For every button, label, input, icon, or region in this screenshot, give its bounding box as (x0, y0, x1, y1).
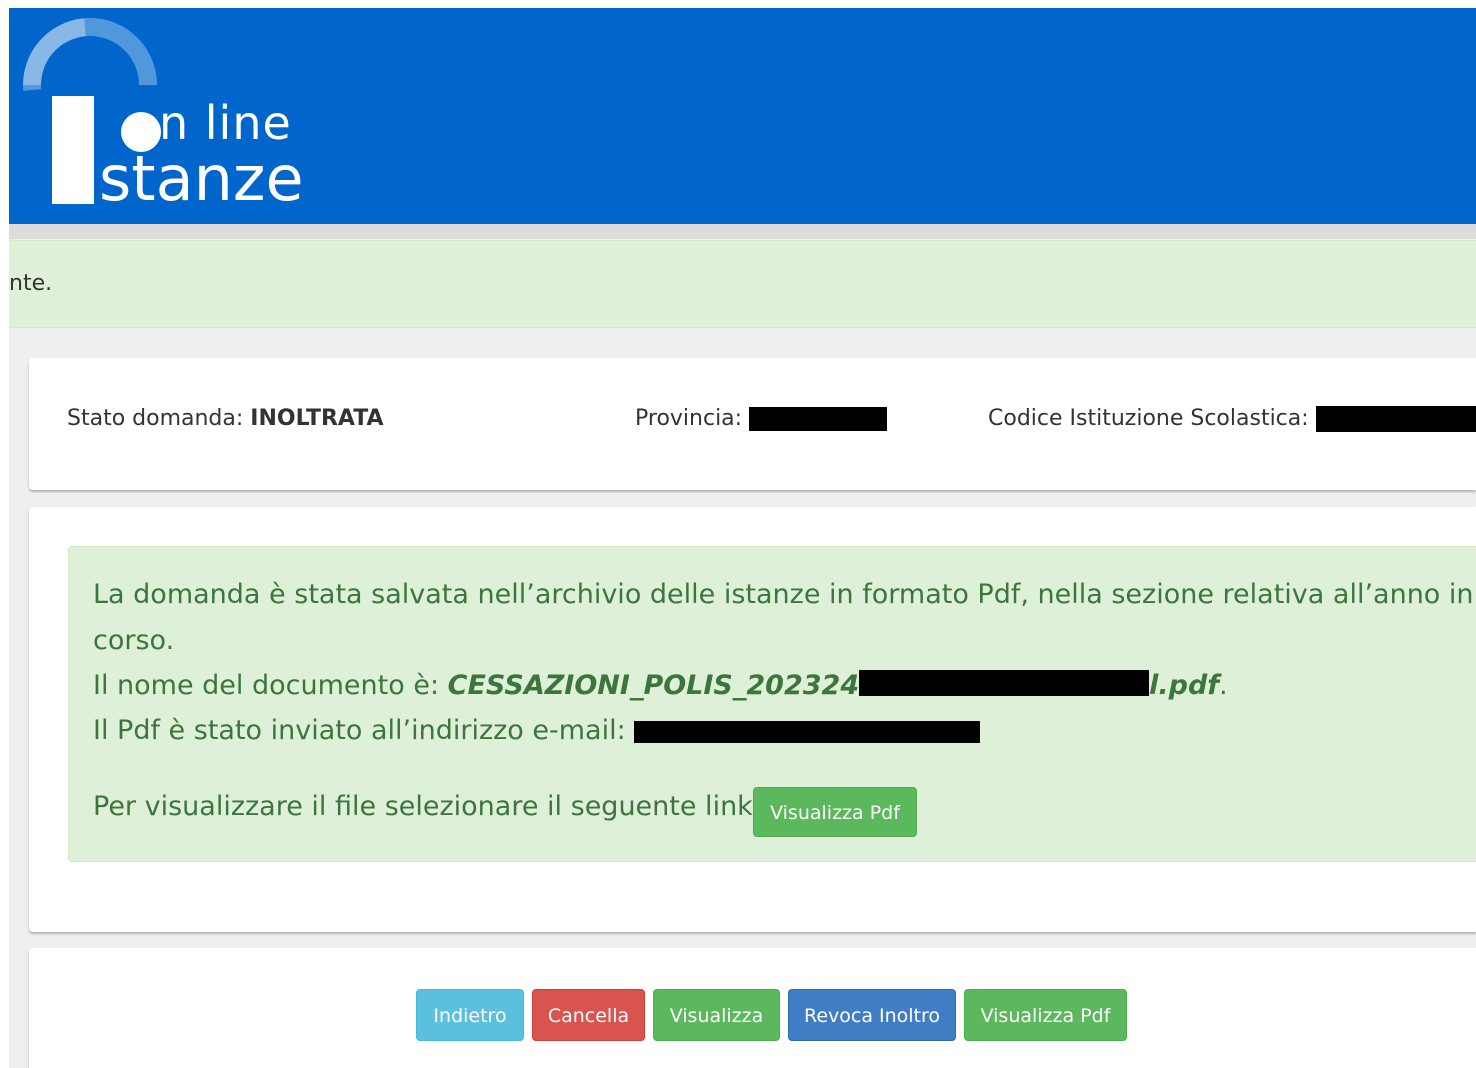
indietro-button[interactable]: Indietro (416, 989, 524, 1041)
stato-label: Stato domanda: (67, 406, 251, 431)
docname-suffix: l.pdf (1149, 670, 1220, 701)
document-name-line: Il nome del documento è: CESSAZIONI_POLI… (93, 669, 1228, 701)
provincia-label: Provincia: (635, 406, 750, 431)
visualizza-pdf-button[interactable]: Visualizza Pdf (964, 989, 1127, 1041)
email-redacted (634, 720, 981, 743)
visualizza-pdf-link-button[interactable]: Visualizza Pdf (753, 787, 917, 837)
istanze-online-logo[interactable]: n line stanze (0, 0, 339, 224)
link-line: Per visualizzare il file selezionare il … (93, 791, 762, 822)
link-label: Per visualizzare il file selezionare il … (93, 791, 762, 822)
logo-i-bar-icon (52, 96, 94, 204)
email-label: Il Pdf è stato inviato all’indirizzo e-m… (93, 715, 635, 746)
top-alert-text: nte. (9, 271, 53, 296)
logo-online-text: n line (159, 96, 292, 150)
codice-istituzione: Codice Istituzione Scolastica: (988, 406, 1476, 432)
message-line-1: La domanda è stata salvata nell’archivio… (93, 579, 1474, 610)
docname-end: . (1219, 670, 1228, 701)
codice-label: Codice Istituzione Scolastica: (988, 406, 1316, 431)
status-info-panel: Stato domanda: INOLTRATA Provincia: Codi… (29, 358, 1476, 490)
message-panel: La domanda è stata salvata nell’archivio… (29, 507, 1476, 932)
revoca-inoltro-button[interactable]: Revoca Inoltro (788, 989, 956, 1041)
email-line: Il Pdf è stato inviato all’indirizzo e-m… (93, 715, 981, 746)
header-divider (9, 224, 1476, 239)
stato-value: INOLTRATA (250, 406, 384, 431)
top-success-alert: nte. (9, 240, 1476, 328)
provincia: Provincia: (635, 406, 888, 431)
codice-redacted (1315, 406, 1476, 432)
docname-label: Il nome del documento è: (93, 670, 448, 701)
docname-redacted (859, 669, 1150, 696)
stato-domanda: Stato domanda: INOLTRATA (67, 406, 384, 431)
logo-stanze-text: stanze (99, 142, 304, 215)
success-message-box: La domanda è stata salvata nell’archivio… (68, 546, 1476, 862)
actions-panel: Indietro Cancella Visualizza Revoca Inol… (29, 948, 1476, 1068)
provincia-redacted (749, 407, 888, 431)
docname-prefix: CESSAZIONI_POLIS_202324 (447, 670, 860, 701)
header-banner: n line stanze (0, 0, 1476, 224)
message-line-2: corso. (93, 625, 175, 656)
cancella-button[interactable]: Cancella (532, 989, 645, 1041)
visualizza-button[interactable]: Visualizza (653, 989, 780, 1041)
